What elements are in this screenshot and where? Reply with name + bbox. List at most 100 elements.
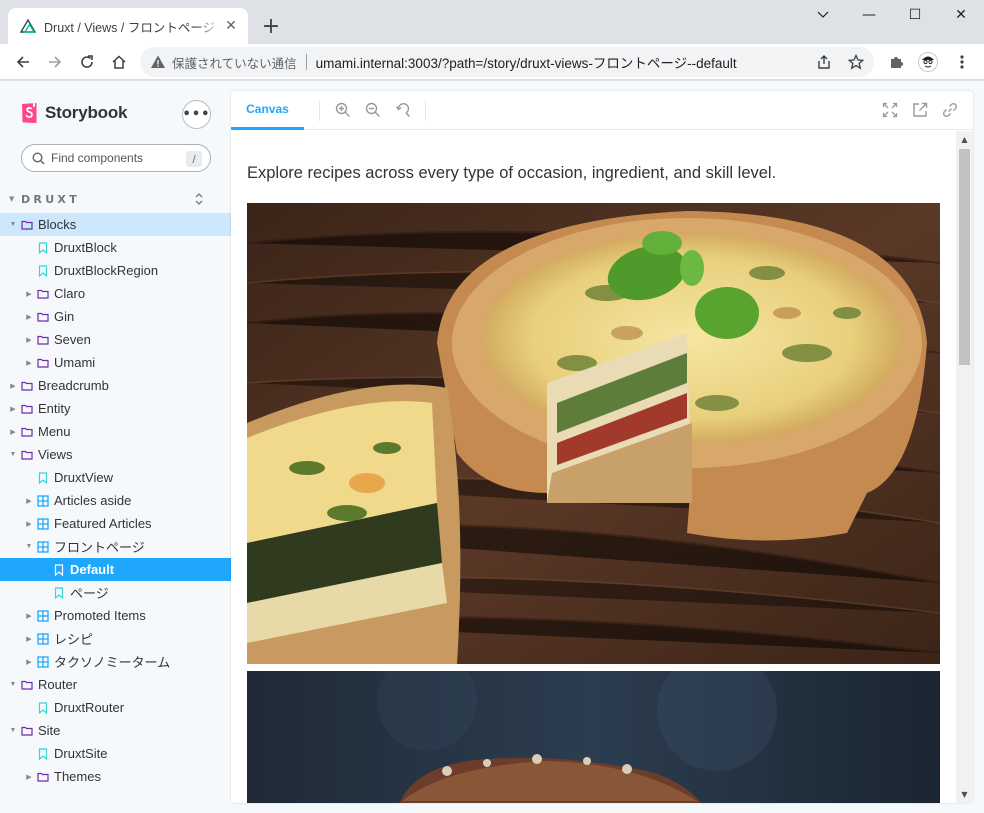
kebab-menu-icon[interactable] <box>952 52 972 72</box>
tab-close-icon[interactable]: ✕ <box>222 17 240 35</box>
sidebar-item[interactable]: ▶ Featured Articles <box>0 512 231 535</box>
sidebar-item[interactable]: DruxtSite <box>0 742 231 765</box>
sidebar-item[interactable]: ▼ Blocks <box>0 213 231 236</box>
sidebar-item[interactable]: ▶ タクソノミーターム <box>0 650 231 673</box>
minimize-chevron-icon[interactable] <box>800 0 846 30</box>
sidebar-item-label: Claro <box>54 286 86 301</box>
iframe-scrollbar[interactable]: ▲ ▼ <box>956 131 973 803</box>
folder-icon <box>21 680 33 690</box>
sidebar-item[interactable]: ▶ Breadcrumb <box>0 374 231 397</box>
search-box[interactable]: / <box>21 144 211 172</box>
story-bookmark-icon <box>54 563 64 576</box>
home-button[interactable] <box>104 47 134 77</box>
sidebar-item[interactable]: ▶ Menu <box>0 420 231 443</box>
sidebar-item[interactable]: ▼ Router <box>0 673 231 696</box>
back-button[interactable] <box>8 47 38 77</box>
sidebar-item[interactable]: ▼ Site <box>0 719 231 742</box>
forward-button[interactable] <box>40 47 70 77</box>
open-new-tab-icon[interactable] <box>912 102 928 118</box>
sidebar-item[interactable]: ▶ Gin <box>0 305 231 328</box>
sidebar-item[interactable]: ▶ Themes <box>0 765 231 788</box>
close-window-button[interactable]: ✕ <box>938 0 984 30</box>
zoom-out-icon[interactable] <box>365 102 381 118</box>
dessert-photo <box>247 671 940 803</box>
security-status[interactable]: 保護されていない通信 <box>172 53 297 72</box>
sidebar-item[interactable]: ▶ Promoted Items <box>0 604 231 627</box>
sidebar-item-label: タクソノミーターム <box>54 655 171 670</box>
sidebar-item[interactable]: ▶ Umami <box>0 351 231 374</box>
sidebar-item[interactable]: ▼ フロントページ <box>0 535 231 558</box>
chevron-down-icon: ▼ <box>9 195 15 203</box>
sidebar-item-label: Blocks <box>38 217 77 232</box>
share-icon[interactable] <box>816 54 832 70</box>
story-bookmark-icon <box>38 264 48 277</box>
preview-area: Canvas Explore recipes across every type… <box>231 81 984 813</box>
sidebar-item-label: Router <box>38 677 78 692</box>
component-icon <box>37 632 49 645</box>
scroll-up-icon[interactable]: ▲ <box>956 131 973 148</box>
bookmark-star-icon[interactable] <box>848 54 864 70</box>
chevron-right-icon: ▶ <box>26 290 32 298</box>
maximize-button[interactable]: ☐ <box>892 0 938 30</box>
browser-tab[interactable]: Druxt / Views / フロントページ - Default ✕ <box>8 8 248 44</box>
extensions-puzzle-icon[interactable] <box>886 52 906 72</box>
chevron-down-icon: ▼ <box>9 451 17 458</box>
brand-name: Storybook <box>45 103 128 122</box>
sidebar-menu-button[interactable]: ••• <box>182 100 211 129</box>
minimize-button[interactable]: — <box>846 0 892 30</box>
chevron-right-icon: ▶ <box>10 428 16 436</box>
sidebar-item-label: DruxtRouter <box>54 700 125 715</box>
sidebar-item-label: DruxtBlock <box>54 240 117 255</box>
search-input[interactable] <box>51 151 171 165</box>
folder-icon <box>37 312 49 322</box>
folder-icon <box>21 381 33 391</box>
group-header-druxt[interactable]: ▼ DRUXT <box>9 191 209 207</box>
sidebar-item[interactable]: ▶ Claro <box>0 282 231 305</box>
story-bookmark-icon <box>38 241 48 254</box>
reload-button[interactable] <box>72 47 102 77</box>
group-title: DRUXT <box>21 192 81 206</box>
zoom-in-icon[interactable] <box>335 102 351 118</box>
address-bar[interactable]: 保護されていない通信 umami.internal:3003/?path=/st… <box>140 47 874 77</box>
fullscreen-icon[interactable] <box>882 102 898 118</box>
sidebar-item-label: Themes <box>54 769 101 784</box>
chevron-right-icon: ▶ <box>10 382 16 390</box>
chevron-right-icon: ▶ <box>26 612 32 620</box>
sidebar-item[interactable]: DruxtBlockRegion <box>0 259 231 282</box>
sidebar-item[interactable]: Default <box>0 558 231 581</box>
profile-avatar[interactable] <box>918 52 938 72</box>
copy-link-icon[interactable] <box>942 102 958 118</box>
sidebar-item[interactable]: ページ <box>0 581 231 604</box>
toolbar-divider <box>425 101 426 121</box>
home-icon <box>112 55 126 69</box>
canvas-toolbar: Canvas <box>231 91 973 130</box>
zoom-reset-icon[interactable] <box>395 102 411 118</box>
sidebar-item[interactable]: ▼ Views <box>0 443 231 466</box>
component-icon <box>37 494 49 507</box>
tab-canvas[interactable]: Canvas <box>231 91 304 130</box>
new-tab-button[interactable]: + <box>258 14 284 40</box>
sidebar-item[interactable]: DruxtView <box>0 466 231 489</box>
storybook-brand[interactable]: Storybook <box>21 102 127 124</box>
storybook-sidebar: Storybook ••• / ▼ DRUXT ▼ Blocks DruxtBloc… <box>0 81 231 813</box>
story-bookmark-icon <box>38 471 48 484</box>
component-icon <box>37 609 49 622</box>
expand-collapse-icon[interactable] <box>193 192 205 206</box>
toolbar-divider <box>319 101 320 121</box>
sidebar-item[interactable]: ▶ Articles aside <box>0 489 231 512</box>
sidebar-item[interactable]: DruxtRouter <box>0 696 231 719</box>
scroll-thumb[interactable] <box>959 149 970 365</box>
sidebar-item-label: Entity <box>38 401 71 416</box>
chevron-down-icon: ▼ <box>25 543 33 550</box>
sidebar-item[interactable]: ▶ レシピ <box>0 627 231 650</box>
url-text[interactable]: umami.internal:3003/?path=/story/druxt-v… <box>316 52 874 72</box>
sidebar-item-label: DruxtBlockRegion <box>54 263 159 278</box>
warning-icon[interactable] <box>150 54 166 70</box>
sidebar-item[interactable]: ▶ Entity <box>0 397 231 420</box>
sidebar-item-label: Breadcrumb <box>38 378 109 393</box>
chevron-right-icon: ▶ <box>26 497 32 505</box>
sidebar-item[interactable]: DruxtBlock <box>0 236 231 259</box>
chevron-right-icon: ▶ <box>26 773 32 781</box>
sidebar-item[interactable]: ▶ Seven <box>0 328 231 351</box>
scroll-down-icon[interactable]: ▼ <box>956 786 973 803</box>
